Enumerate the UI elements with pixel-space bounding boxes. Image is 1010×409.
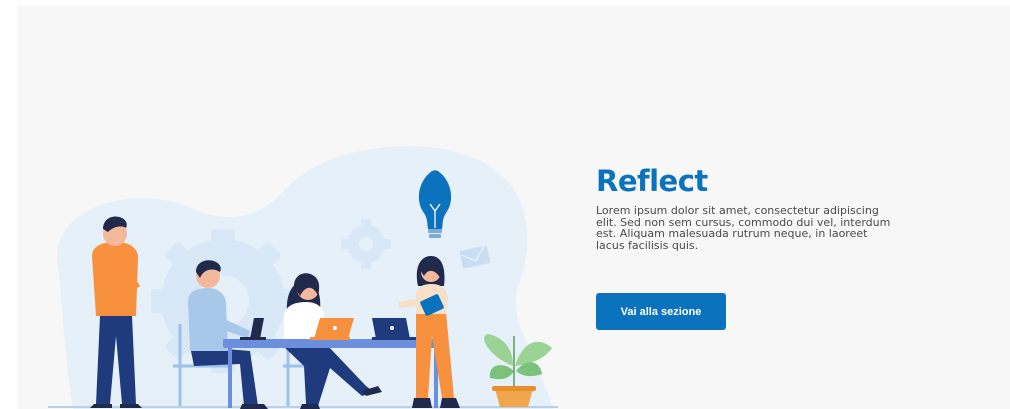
go-to-section-button[interactable]: Vai alla sezione <box>596 293 726 330</box>
section-content: Reflect Lorem ipsum dolor sit amet, cons… <box>596 164 896 330</box>
section-description: Lorem ipsum dolor sit amet, consectetur … <box>596 204 891 252</box>
section-title: Reflect <box>596 164 708 198</box>
section-panel: Reflect Lorem ipsum dolor sit amet, cons… <box>18 6 1010 409</box>
